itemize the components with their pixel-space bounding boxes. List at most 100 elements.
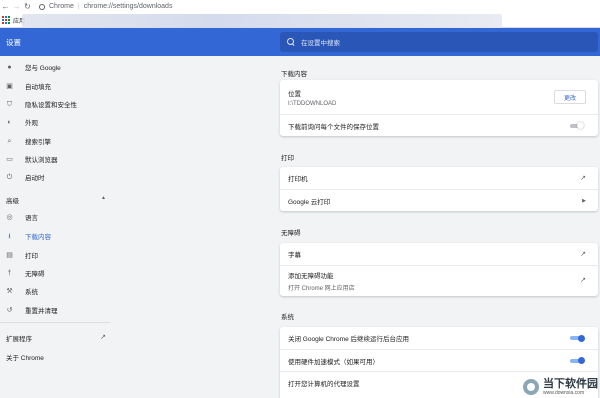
globe-icon: ◎ xyxy=(6,213,13,221)
address-bar-url: chrome://settings/downloads xyxy=(83,3,173,10)
sidebar-item-accessibility[interactable]: † 无障碍 xyxy=(0,265,110,281)
history-icon: ↺ xyxy=(6,306,13,314)
watermark-logo-icon xyxy=(523,379,539,395)
search-icon: ⌕ xyxy=(7,137,12,145)
blurred-bookmarks xyxy=(22,14,502,28)
section-title-accessibility: 无障碍 xyxy=(281,230,301,237)
ask-label: 下载前询问每个文件的保存位置 xyxy=(288,123,379,131)
advanced-section-toggle[interactable]: 高级 ▲ xyxy=(6,195,106,205)
accessibility-card: 字幕 ↗ 添加无障碍功能 打开 Chrome 网上应用店 ↗ xyxy=(280,243,598,296)
shield-icon: ⛉ xyxy=(6,100,13,108)
printer-icon: ▤ xyxy=(6,251,13,259)
external-link-icon: ↗ xyxy=(580,175,586,182)
ask-before-download-row[interactable]: 下载前询问每个文件的保存位置 xyxy=(280,114,598,136)
hardware-acceleration-row[interactable]: 使用硬件加速模式（如果可用） xyxy=(280,349,598,371)
sidebar-item-label: 您与 Google xyxy=(25,65,61,72)
external-link-icon: ↗ xyxy=(580,251,586,258)
google-cloud-print-row[interactable]: Google 云打印 ▶ xyxy=(280,189,598,211)
sidebar-item-label: 隐私设置和安全性 xyxy=(25,102,77,109)
background-apps-row[interactable]: 关闭 Google Chrome 后继续运行后台应用 xyxy=(280,327,598,349)
background-apps-label: 关闭 Google Chrome 后继续运行后台应用 xyxy=(288,336,409,343)
sidebar-item-you-and-google[interactable]: ● 您与 Google xyxy=(0,59,110,75)
location-value: I:\TDDOWNLOAD xyxy=(288,100,337,107)
captions-row[interactable]: 字幕 ↗ xyxy=(280,243,598,265)
sidebar-item-label: 自动填充 xyxy=(25,84,51,91)
sidebar-item-label: 语言 xyxy=(25,215,38,222)
external-link-icon: ↗ xyxy=(580,277,586,284)
section-title-system: 系统 xyxy=(281,314,294,321)
sidebar-divider xyxy=(0,322,110,323)
download-icon: ⭳ xyxy=(8,232,11,240)
reload-icon[interactable]: ↻ xyxy=(22,1,33,12)
settings-header: 设置 在设置中搜索 xyxy=(0,28,600,56)
about-label: 关于 Chrome xyxy=(6,355,44,362)
sidebar-item-search-engine[interactable]: ⌕ 搜索引擎 xyxy=(0,133,110,149)
captions-label: 字幕 xyxy=(288,252,301,259)
address-bar-separator: | xyxy=(77,3,80,10)
hardware-acceleration-toggle[interactable] xyxy=(569,357,586,364)
search-placeholder: 在设置中搜索 xyxy=(301,40,340,47)
watermark-brand: 当下软件园 xyxy=(543,378,598,390)
address-bar-app-name: Chrome xyxy=(49,3,74,10)
add-features-sub: 打开 Chrome 网上应用店 xyxy=(288,286,355,292)
section-title-printing: 打印 xyxy=(281,155,294,162)
sidebar-item-autofill[interactable]: ▣ 自动填充 xyxy=(0,78,110,94)
printers-label: 打印机 xyxy=(288,176,308,183)
sidebar-item-default-browser[interactable]: ▭ 默认浏览器 xyxy=(0,151,110,167)
ask-before-download-toggle[interactable] xyxy=(569,122,586,129)
change-location-button[interactable]: 更改 xyxy=(554,90,586,104)
watermark-url: www.downxia.com xyxy=(543,390,585,396)
sidebar-item-label: 外观 xyxy=(25,120,38,127)
accessibility-icon: † xyxy=(7,269,12,277)
apps-grid-icon[interactable] xyxy=(2,16,10,24)
background-apps-toggle[interactable] xyxy=(569,334,586,342)
settings-search-input[interactable]: 在设置中搜索 xyxy=(280,32,598,52)
person-icon: ● xyxy=(7,63,12,71)
advanced-label: 高级 xyxy=(6,198,19,205)
sidebar-item-label: 重置并清理 xyxy=(25,308,58,315)
address-bar[interactable]: Chrome | chrome://settings/downloads xyxy=(39,1,172,12)
sidebar-item-label: 下载内容 xyxy=(25,234,51,241)
watermark: 当下软件园 www.downxia.com xyxy=(523,378,598,396)
location-label: 位置 xyxy=(288,90,301,98)
browser-window-icon: ▭ xyxy=(6,155,13,163)
palette-icon: ◐ xyxy=(7,118,12,126)
chrome-info-icon xyxy=(39,3,45,10)
download-location-row: 位置 I:\TDDOWNLOAD 更改 xyxy=(280,80,598,114)
sidebar-item-label: 系统 xyxy=(25,289,38,296)
proxy-label: 打开您计算机的代理设置 xyxy=(288,380,360,388)
sidebar-item-languages[interactable]: ◎ 语言 xyxy=(0,209,110,225)
sidebar-item-label: 启动时 xyxy=(25,175,45,182)
sidebar-item-system[interactable]: ⚒ 系统 xyxy=(0,283,110,299)
sidebar-item-about-chrome[interactable]: 关于 Chrome xyxy=(6,352,44,362)
add-accessibility-features-row[interactable]: 添加无障碍功能 打开 Chrome 网上应用店 ↗ xyxy=(280,265,598,296)
sidebar-item-extensions[interactable]: 扩展程序 ↗ xyxy=(6,333,106,343)
hw-accel-label: 使用硬件加速模式（如果可用） xyxy=(288,358,379,366)
browser-toolbar: ← → ↻ Chrome | chrome://settings/downloa… xyxy=(0,0,600,13)
back-arrow-icon[interactable]: ← xyxy=(0,1,11,12)
section-title-downloads: 下载内容 xyxy=(281,71,307,78)
sidebar-item-privacy[interactable]: ⛉ 隐私设置和安全性 xyxy=(0,96,110,112)
add-features-label: 添加无障碍功能 xyxy=(288,273,334,280)
sidebar-item-reset[interactable]: ↺ 重置并清理 xyxy=(0,302,110,318)
sidebar-item-label: 无障碍 xyxy=(25,271,45,278)
cloud-print-label: Google 云打印 xyxy=(288,198,331,206)
page-title: 设置 xyxy=(6,38,21,47)
settings-sidebar: ● 您与 Google ▣ 自动填充 ⛉ 隐私设置和安全性 ◐ 外观 ⌕ 搜索引… xyxy=(0,56,110,398)
sidebar-item-appearance[interactable]: ◐ 外观 xyxy=(0,114,110,130)
downloads-card: 位置 I:\TDDOWNLOAD 更改 下载前询问每个文件的保存位置 xyxy=(280,80,598,136)
sidebar-item-on-startup[interactable]: ⏻ 启动时 xyxy=(0,169,110,185)
sidebar-item-label: 打印 xyxy=(25,253,38,260)
chevron-up-icon: ▲ xyxy=(101,195,106,201)
external-link-icon: ↗ xyxy=(100,334,106,341)
clipboard-icon: ▣ xyxy=(6,82,13,90)
search-icon xyxy=(287,38,295,46)
extensions-label: 扩展程序 xyxy=(6,336,32,343)
forward-arrow-icon[interactable]: → xyxy=(11,1,22,12)
printers-row[interactable]: 打印机 ↗ xyxy=(280,167,598,189)
sidebar-item-printing[interactable]: ▤ 打印 xyxy=(0,247,110,263)
power-icon: ⏻ xyxy=(6,173,13,181)
wrench-icon: ⚒ xyxy=(6,287,13,295)
sidebar-item-label: 搜索引擎 xyxy=(25,139,51,146)
sidebar-item-downloads[interactable]: ⭳ 下载内容 xyxy=(0,228,110,244)
